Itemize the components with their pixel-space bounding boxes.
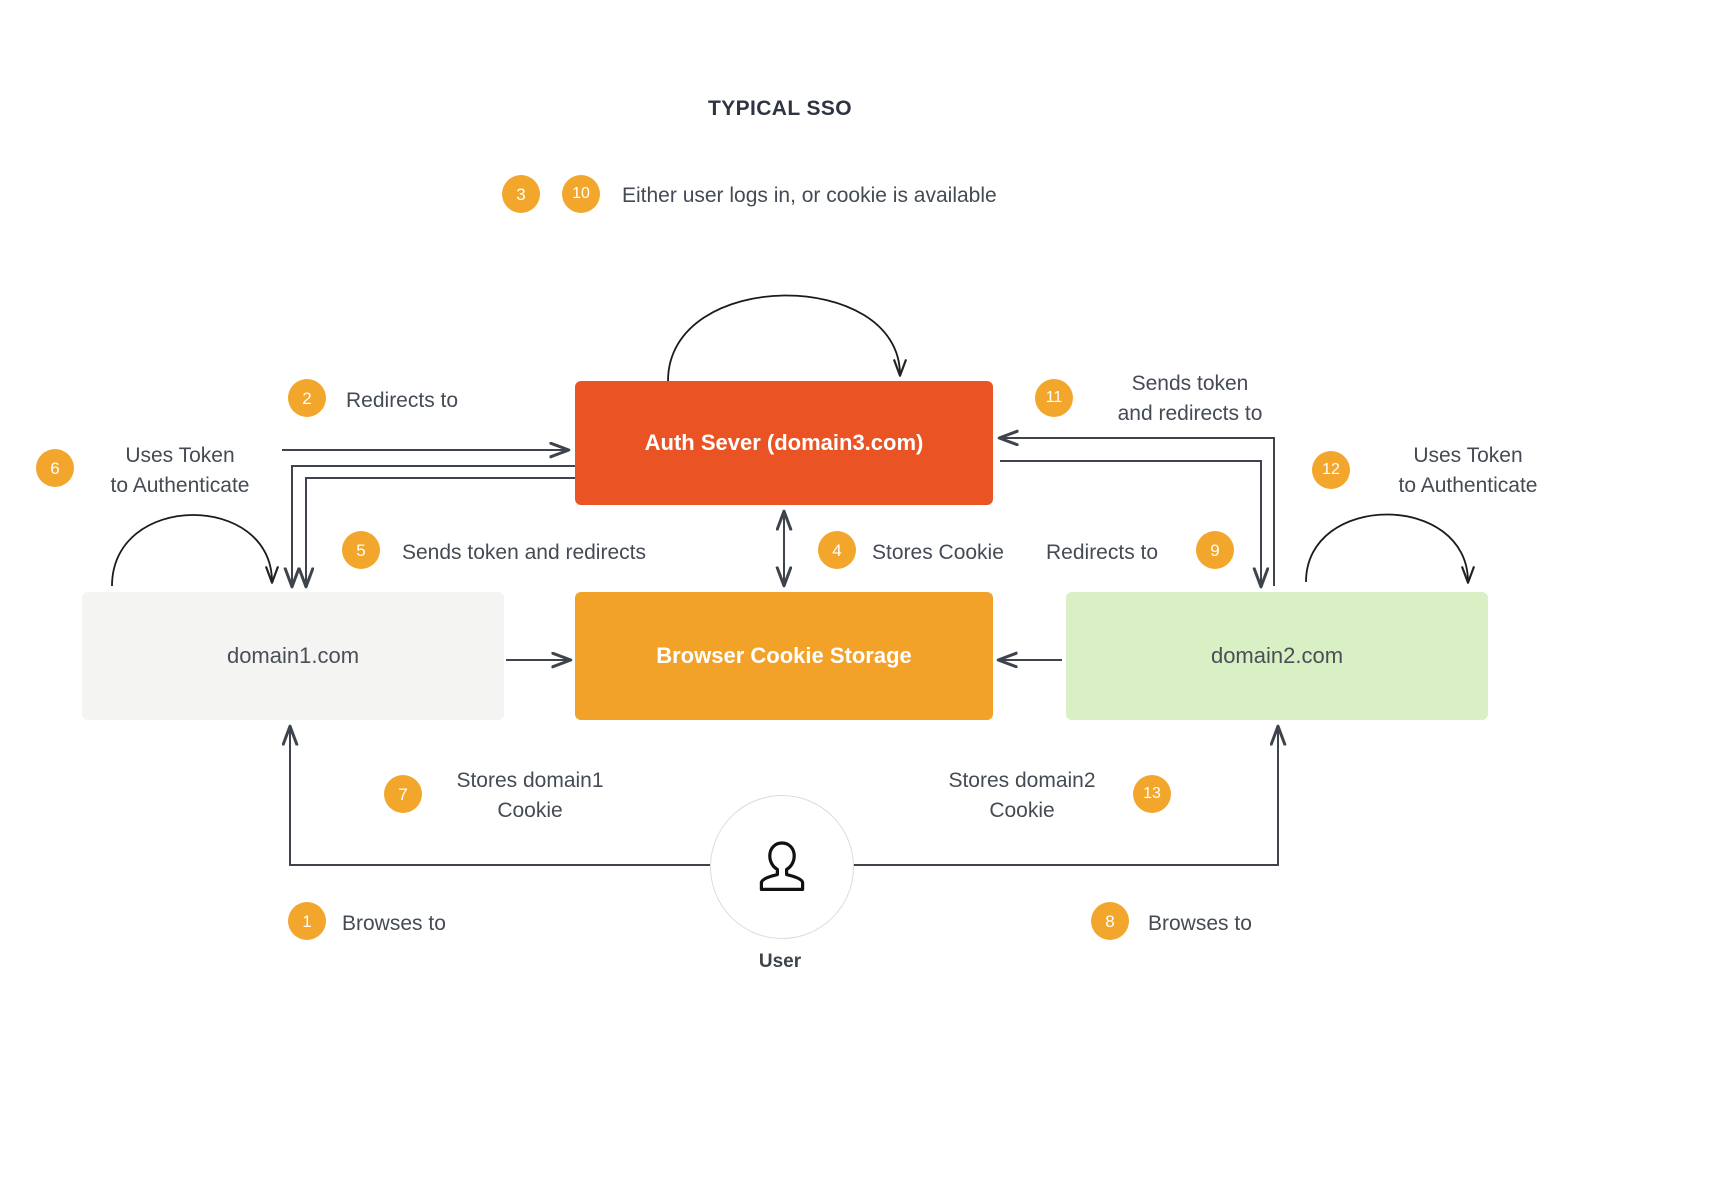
caption-sends-token-and-redirects: Sends token and redirects xyxy=(402,541,646,564)
step-badge-2[interactable]: 2 xyxy=(288,379,326,417)
auth-self-loop xyxy=(667,294,907,382)
caption-browses-to-right: Browses to xyxy=(1148,912,1252,935)
node-browser-cookie-storage-label: Browser Cookie Storage xyxy=(656,643,912,669)
node-browser-cookie-storage[interactable]: Browser Cookie Storage xyxy=(575,592,993,720)
step-badge-1[interactable]: 1 xyxy=(288,902,326,940)
step-badge-10[interactable]: 10 xyxy=(562,175,600,213)
caption-stores-domain2-cookie: Stores domain2 Cookie xyxy=(948,769,1096,823)
caption-uses-token-right: Uses Token to Authenticate xyxy=(1398,444,1538,498)
caption-top-note: Either user logs in, or cookie is availa… xyxy=(622,184,997,207)
user-label: User xyxy=(758,951,802,972)
caption-sends-token-and-redirects-to: Sends token and redirects to xyxy=(1117,372,1263,426)
node-domain2[interactable]: domain2.com xyxy=(1066,592,1488,720)
step-badge-8[interactable]: 8 xyxy=(1091,902,1129,940)
step-badge-6[interactable]: 6 xyxy=(36,449,74,487)
user-avatar[interactable] xyxy=(710,795,854,939)
caption-uses-token-left: Uses Token to Authenticate xyxy=(110,444,250,498)
caption-stores-cookie: Stores Cookie xyxy=(872,541,1004,564)
domain2-self-loop xyxy=(1305,513,1475,584)
step-badge-9[interactable]: 9 xyxy=(1196,531,1234,569)
step-badge-7[interactable]: 7 xyxy=(384,775,422,813)
caption-redirects-to: Redirects to xyxy=(346,389,459,412)
step-badge-13[interactable]: 13 xyxy=(1133,775,1171,813)
step-badge-11[interactable]: 11 xyxy=(1035,379,1073,417)
caption-stores-domain1-cookie: Stores domain1 Cookie xyxy=(456,769,604,823)
page-title: TYPICAL SSO xyxy=(707,97,853,120)
step-badge-3[interactable]: 3 xyxy=(502,175,540,213)
step-badge-12[interactable]: 12 xyxy=(1312,451,1350,489)
diagram-canvas: TYPICAL SSO Auth Sever (domain3.com) dom… xyxy=(0,0,1720,1200)
caption-redirects-to-right: Redirects to xyxy=(1046,541,1159,564)
arrow-step5b xyxy=(306,477,575,586)
step-badge-5[interactable]: 5 xyxy=(342,531,380,569)
step-badge-4[interactable]: 4 xyxy=(818,531,856,569)
node-domain2-label: domain2.com xyxy=(1210,643,1344,669)
node-auth-server-label: Auth Sever (domain3.com) xyxy=(644,430,924,456)
node-domain1-label: domain1.com xyxy=(226,643,360,669)
domain1-self-loop xyxy=(111,514,279,587)
person-icon xyxy=(759,841,805,891)
node-domain1[interactable]: domain1.com xyxy=(82,592,504,720)
caption-browses-to-left: Browses to xyxy=(342,912,446,935)
node-auth-server[interactable]: Auth Sever (domain3.com) xyxy=(575,381,993,505)
